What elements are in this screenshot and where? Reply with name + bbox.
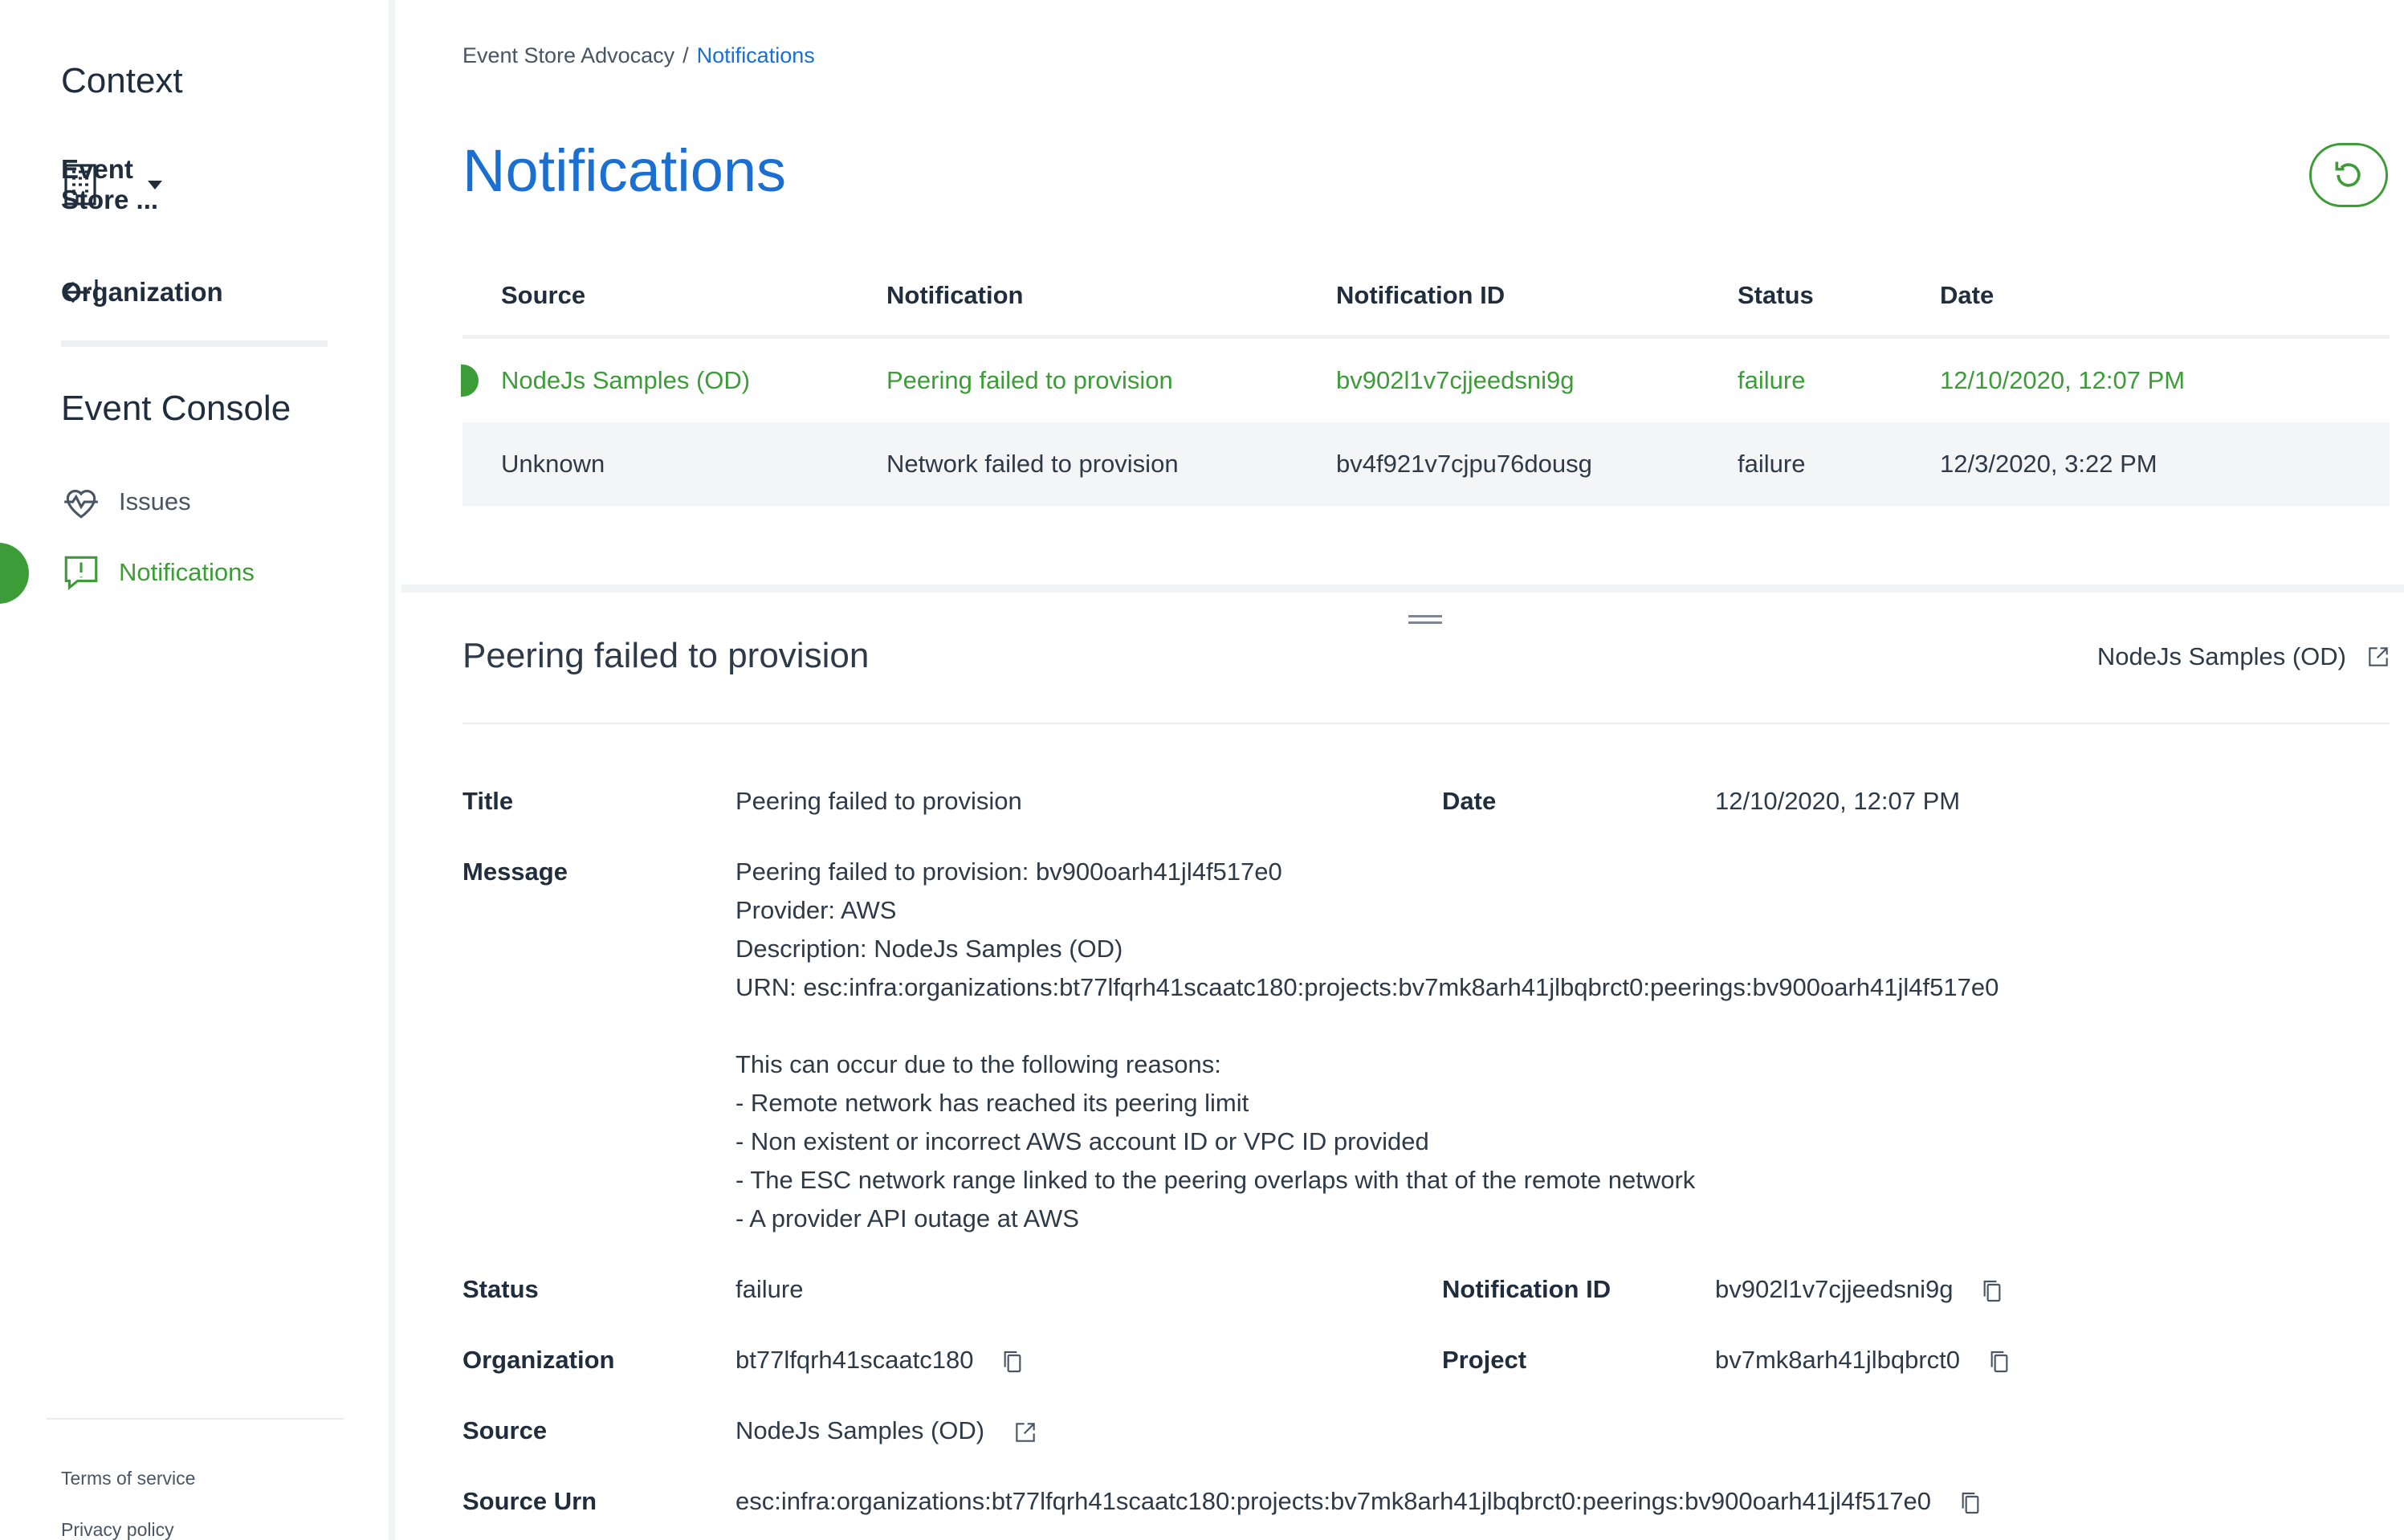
value-date: 12/10/2020, 12:07 PM	[1715, 787, 1961, 815]
alert-message-icon	[64, 556, 98, 591]
column-header-source: Source	[501, 281, 586, 309]
main-content: Event Store Advocacy / Notifications Notif…	[401, 0, 2404, 1540]
value-title: Peering failed to provision	[735, 787, 1022, 815]
external-link-icon[interactable]	[1013, 1420, 1038, 1445]
label-source: Source	[462, 1416, 548, 1444]
column-header-notification-id: Notification ID	[1336, 281, 1506, 309]
cell-notification-id: bv4f921v7cjpu76dousg	[1336, 450, 1592, 478]
sidebar-item-issues[interactable]: Issues	[61, 482, 191, 522]
active-indicator	[0, 543, 29, 604]
value-status: failure	[735, 1275, 804, 1303]
resize-handle[interactable]	[1408, 615, 1442, 626]
breadcrumb-current[interactable]: Notifications	[697, 43, 815, 67]
organization-link[interactable]: Organization	[61, 276, 223, 308]
terms-link[interactable]: Terms of service	[61, 1468, 195, 1489]
copy-icon[interactable]	[1988, 1349, 2011, 1375]
detail-source-link[interactable]: NodeJs Samples (OD)	[2097, 642, 2391, 671]
copy-icon[interactable]	[1981, 1278, 2003, 1304]
table-row[interactable]: NodeJs Samples (OD) Peering failed to pr…	[461, 339, 2390, 422]
label-notification-id: Notification ID	[1442, 1275, 1611, 1303]
breadcrumb-parent[interactable]: Event Store Advocacy	[462, 43, 674, 67]
source-urn-field: esc:infra:organizations:bt77lfqrh41scaat…	[735, 1487, 1982, 1516]
cell-notification: Network failed to provision	[886, 450, 1179, 478]
privacy-link[interactable]: Privacy policy	[61, 1519, 174, 1540]
sidebar-item-label: Notifications	[119, 558, 255, 586]
value-notification-id: bv902l1v7cjjeedsni9g	[1715, 1275, 1954, 1303]
column-header-date: Date	[1940, 281, 1995, 309]
organization-field: bt77lfqrh41scaatc180	[735, 1346, 1024, 1375]
table-row[interactable]: Unknown Network failed to provision bv4f…	[462, 422, 2390, 506]
cell-status: failure	[1738, 450, 1806, 478]
copy-icon[interactable]	[1001, 1349, 1024, 1375]
table-header: Source Notification Notification ID Stat…	[462, 265, 2390, 339]
breadcrumb: Event Store Advocacy / Notifications	[462, 43, 815, 68]
label-source-urn: Source Urn	[462, 1487, 597, 1515]
cell-notification-id: bv902l1v7cjjeedsni9g	[1336, 366, 1575, 394]
refresh-button[interactable]	[2309, 143, 2388, 207]
sidebar-item-notifications[interactable]: Notifications	[61, 552, 255, 593]
sidebar: Context Event Store ... Organization Eve…	[0, 0, 395, 1540]
cell-notification: Peering failed to provision	[886, 366, 1173, 394]
event-console-title: Event Console	[61, 389, 291, 428]
cell-source: Unknown	[501, 450, 605, 478]
value-source[interactable]: NodeJs Samples (OD)	[735, 1416, 984, 1444]
panel-divider	[401, 585, 2404, 593]
divider	[47, 1418, 344, 1420]
label-title: Title	[462, 787, 514, 815]
value-source-urn: esc:infra:organizations:bt77lfqrh41scaat…	[735, 1487, 1931, 1515]
project-field: bv7mk8arh41jlbqbrct0	[1715, 1346, 2011, 1375]
notifications-table: Source Notification Notification ID Stat…	[461, 265, 2390, 506]
label-project: Project	[1442, 1346, 1527, 1374]
selected-row-indicator	[461, 365, 479, 397]
notification-id-field: bv902l1v7cjjeedsni9g	[1715, 1275, 2003, 1304]
context-selector-label: Event Store ...	[61, 154, 159, 214]
label-date: Date	[1442, 787, 1497, 815]
divider	[61, 340, 328, 347]
label-organization: Organization	[462, 1346, 615, 1374]
label-status: Status	[462, 1275, 539, 1303]
cell-date: 12/10/2020, 12:07 PM	[1940, 366, 2186, 394]
label-message: Message	[462, 858, 568, 886]
heartbeat-icon	[64, 489, 98, 519]
column-header-notification: Notification	[886, 281, 1024, 309]
cell-source: NodeJs Samples (OD)	[501, 366, 751, 394]
value-project: bv7mk8arh41jlbqbrct0	[1715, 1346, 1961, 1374]
sidebar-item-label: Issues	[119, 487, 191, 515]
cell-date: 12/3/2020, 3:22 PM	[1940, 450, 2157, 478]
source-field: NodeJs Samples (OD)	[735, 1416, 1038, 1445]
cell-status: failure	[1738, 366, 1806, 394]
page-title: Notifications	[462, 137, 787, 204]
context-title: Context	[61, 61, 183, 100]
divider	[462, 723, 2390, 724]
copy-icon[interactable]	[1959, 1490, 1982, 1516]
value-message: Peering failed to provision: bv900oarh41…	[735, 858, 1999, 1232]
external-link-icon	[2369, 647, 2388, 666]
context-selector[interactable]: Event Store ...	[61, 154, 162, 214]
detail-title: Peering failed to provision	[462, 636, 870, 675]
detail-source-label: NodeJs Samples (OD)	[2096, 642, 2346, 670]
refresh-icon	[2335, 161, 2361, 187]
organization-link-label: Organization	[61, 277, 223, 307]
value-organization: bt77lfqrh41scaatc180	[735, 1346, 974, 1374]
breadcrumb-separator: /	[682, 43, 689, 67]
column-header-status: Status	[1738, 281, 1814, 309]
